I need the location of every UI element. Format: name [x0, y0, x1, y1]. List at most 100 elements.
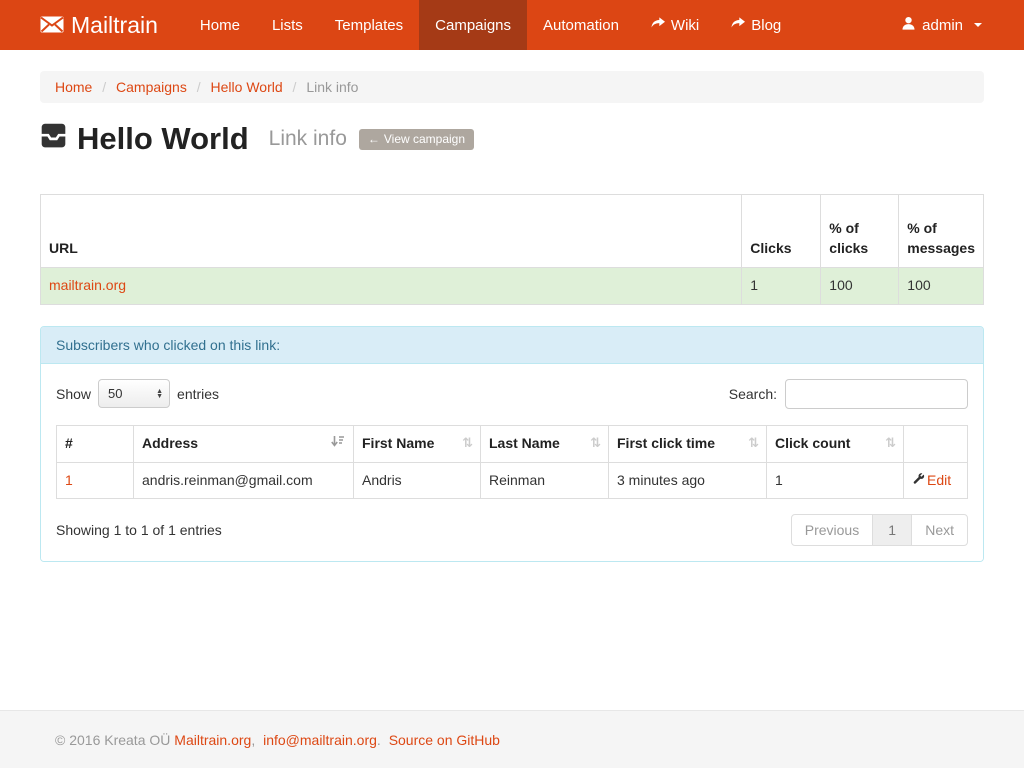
share-icon [731, 17, 745, 34]
header-label: First click time [617, 434, 715, 454]
nav-item-templates[interactable]: Templates [319, 0, 419, 50]
subscriber-click-count: 1 [767, 462, 904, 499]
show-label: Show [56, 386, 91, 402]
links-header-pct-messages: % of messages [899, 195, 984, 268]
nav-item-lists[interactable]: Lists [256, 0, 319, 50]
datatable-footer: Showing 1 to 1 of 1 entries Previous 1 N… [56, 514, 968, 546]
page-length-control: Show 50 ▲▼ entries [56, 379, 219, 408]
edit-label: Edit [927, 471, 951, 491]
nav-item-campaigns[interactable]: Campaigns [419, 0, 527, 50]
page-title: Hello World Link info [40, 121, 347, 157]
view-campaign-button[interactable]: ← View campaign [359, 129, 474, 150]
main-nav: Home Lists Templates Campaigns Automatio… [184, 0, 797, 50]
sort-icon: ⇅ [748, 434, 758, 452]
nav-item-blog[interactable]: Blog [715, 0, 797, 50]
search-control: Search: [729, 379, 968, 409]
subscriber-address: andris.reinman@gmail.com [134, 462, 354, 499]
table-info-text: Showing 1 to 1 of 1 entries [56, 522, 222, 538]
sort-icon: ⇅ [885, 434, 895, 452]
subscribers-header-row: # Address First Na [57, 425, 968, 462]
panel-title: Subscribers who clicked on this link: [41, 327, 983, 364]
header-first-name[interactable]: First Name ⇅ [354, 425, 481, 462]
links-header-clicks: Clicks [742, 195, 821, 268]
subscribers-table: # Address First Na [56, 425, 968, 500]
header-last-name[interactable]: Last Name ⇅ [481, 425, 609, 462]
header-label: # [65, 434, 73, 454]
nav-label: Home [200, 17, 240, 34]
subscriber-last-name: Reinman [481, 462, 609, 499]
breadcrumb-separator: / [96, 79, 112, 95]
nav-item-automation[interactable]: Automation [527, 0, 635, 50]
subscriber-row: 1 andris.reinman@gmail.com Andris Reinma… [57, 462, 968, 499]
links-table: URL Clicks % of clicks % of messages mai… [40, 194, 984, 305]
share-icon [651, 17, 665, 34]
page-subtitle: Link info [269, 127, 347, 151]
search-input[interactable] [785, 379, 968, 409]
view-campaign-label: View campaign [384, 132, 465, 146]
footer-email-link[interactable]: info@mailtrain.org [263, 732, 377, 748]
pagination-next-button[interactable]: Next [911, 514, 968, 546]
header-index: # [57, 425, 134, 462]
breadcrumb: Home / Campaigns / Hello World / Link in… [40, 71, 984, 103]
user-menu[interactable]: admin [885, 0, 998, 50]
pct-messages-value: 100 [899, 267, 984, 304]
pagination-page-1-button[interactable]: 1 [872, 514, 912, 546]
links-header-url: URL [41, 195, 742, 268]
user-icon [901, 16, 916, 35]
wrench-icon [912, 471, 925, 491]
footer-mailtrain-link[interactable]: Mailtrain.org [174, 732, 251, 748]
search-label: Search: [729, 386, 777, 402]
caret-down-icon [974, 23, 982, 27]
top-navbar: Mailtrain Home Lists Templates Campaigns… [0, 0, 1024, 50]
links-header-pct-clicks: % of clicks [821, 195, 899, 268]
footer-separator: . [377, 732, 381, 748]
breadcrumb-separator: / [191, 79, 207, 95]
header-label: Address [142, 434, 198, 454]
page-footer: © 2016 Kreata OÜ Mailtrain.org, info@mai… [0, 710, 1024, 768]
footer-separator: , [251, 732, 255, 748]
entries-label: entries [177, 386, 219, 402]
envelope-icon [40, 12, 64, 39]
url-link[interactable]: mailtrain.org [49, 277, 126, 293]
header-address[interactable]: Address [134, 425, 354, 462]
brand-link[interactable]: Mailtrain [26, 0, 172, 50]
nav-label: Automation [543, 17, 619, 34]
nav-item-wiki[interactable]: Wiki [635, 0, 715, 50]
pagination: Previous 1 Next [791, 514, 968, 546]
page-title-text: Hello World [77, 121, 249, 157]
subscriber-first-name: Andris [354, 462, 481, 499]
edit-link[interactable]: Edit [912, 471, 951, 491]
header-click-count[interactable]: Click count ⇅ [767, 425, 904, 462]
breadcrumb-campaigns[interactable]: Campaigns [116, 79, 187, 95]
nav-item-home[interactable]: Home [184, 0, 256, 50]
nav-label: Blog [751, 17, 781, 34]
brand-label: Mailtrain [71, 12, 158, 39]
page-header: Hello World Link info ← View campaign [40, 121, 984, 157]
breadcrumb-home[interactable]: Home [55, 79, 92, 95]
pct-clicks-value: 100 [821, 267, 899, 304]
nav-label: Lists [272, 17, 303, 34]
subscriber-index-link[interactable]: 1 [65, 472, 73, 488]
nav-label: Campaigns [435, 17, 511, 34]
header-label: Last Name [489, 434, 560, 454]
subscribers-panel: Subscribers who clicked on this link: Sh… [40, 326, 984, 563]
page-length-select[interactable]: 50 [98, 379, 170, 408]
subscriber-first-click-time: 3 minutes ago [609, 462, 767, 499]
sort-icon: ⇅ [590, 434, 600, 452]
sort-icon: ⇅ [462, 434, 472, 452]
links-table-header-row: URL Clicks % of clicks % of messages [41, 195, 984, 268]
footer-source-link[interactable]: Source on GitHub [389, 732, 500, 748]
arrow-left-icon: ← [368, 132, 380, 146]
inbox-icon [40, 121, 67, 157]
breadcrumb-hello-world[interactable]: Hello World [211, 79, 283, 95]
sort-asc-icon [331, 434, 345, 454]
copyright-text: © 2016 Kreata OÜ [55, 732, 170, 748]
links-table-row: mailtrain.org 1 100 100 [41, 267, 984, 304]
clicks-value: 1 [742, 267, 821, 304]
pagination-previous-button[interactable]: Previous [791, 514, 873, 546]
breadcrumb-current: Link info [306, 79, 358, 95]
header-label: Click count [775, 434, 850, 454]
breadcrumb-separator: / [287, 79, 303, 95]
header-first-click-time[interactable]: First click time ⇅ [609, 425, 767, 462]
nav-label: Wiki [671, 17, 699, 34]
